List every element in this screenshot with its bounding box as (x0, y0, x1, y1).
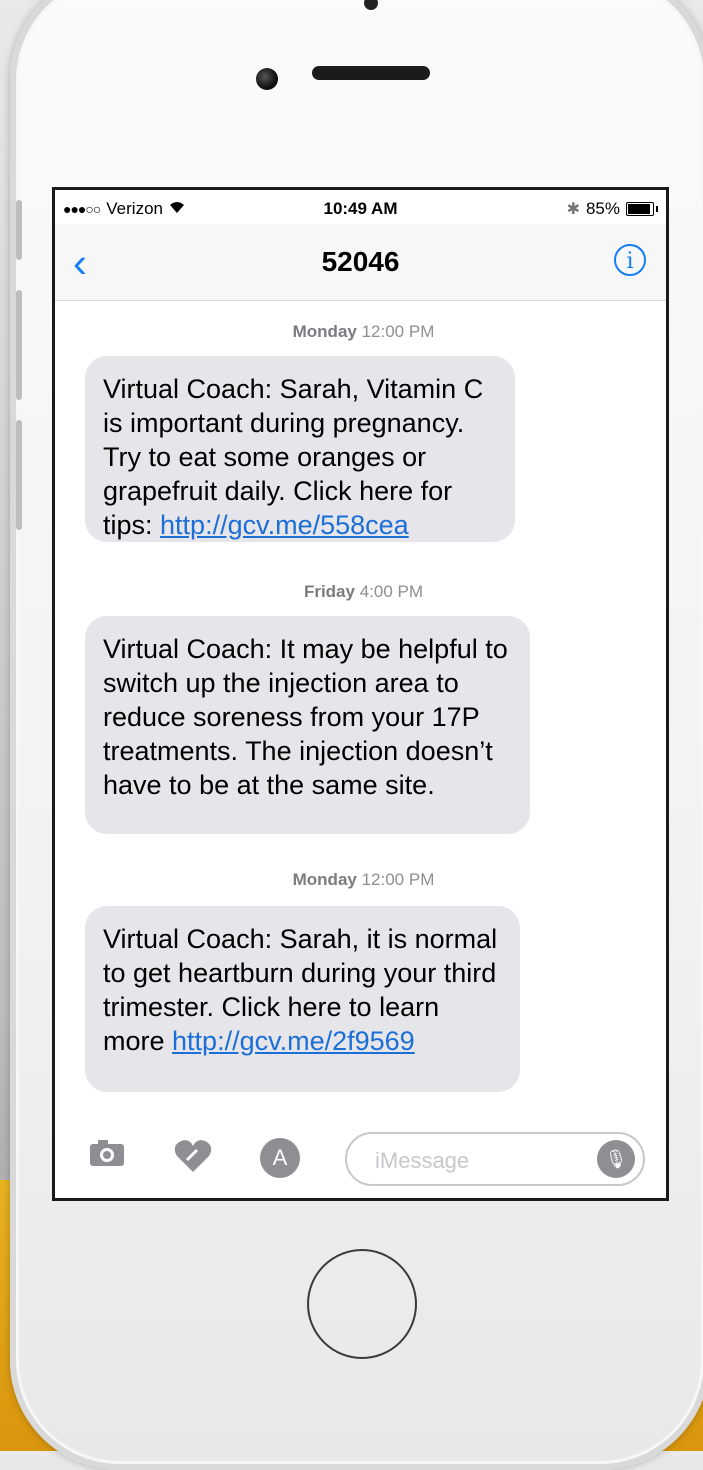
timestamp-day: Friday (303, 582, 355, 601)
message-text: Virtual Coach: It may be helpful to swit… (103, 634, 508, 800)
timestamp-time: 4:00 PM (359, 582, 424, 601)
volume-down-button (16, 420, 22, 530)
conversation-title: 52046 (321, 246, 400, 277)
message-timestamp: Monday 12:00 PM (55, 322, 666, 342)
timestamp-time: 12:00 PM (361, 870, 435, 889)
battery-icon (626, 202, 654, 216)
camera-icon[interactable] (89, 1138, 125, 1175)
appstore-icon[interactable]: A (260, 1138, 300, 1178)
heart-icon[interactable] (173, 1138, 213, 1181)
message-link[interactable]: http://gcv.me/2f9569 (172, 1026, 415, 1056)
message-input-bar: A iMessage 🎙 (55, 1120, 666, 1198)
message-timestamp: Friday 4:00 PM (55, 582, 666, 602)
mute-switch (16, 200, 22, 260)
imessage-placeholder: iMessage (375, 1148, 470, 1173)
phone-screen: ●●●○○ Verizon 10:49 AM ✱ 85% ‹ 52046 i M… (52, 187, 669, 1201)
info-button[interactable]: i (614, 244, 646, 276)
timestamp-day: Monday (292, 322, 357, 341)
battery-percent: 85% (585, 199, 620, 218)
proximity-sensor (364, 0, 378, 10)
front-camera (256, 68, 278, 90)
status-bar: ●●●○○ Verizon 10:49 AM ✱ 85% (55, 190, 666, 224)
message-bubble: Virtual Coach: Sarah, it is normal to ge… (85, 906, 520, 1092)
home-button[interactable] (307, 1249, 417, 1359)
volume-up-button (16, 290, 22, 400)
message-bubble: Virtual Coach: It may be helpful to swit… (85, 616, 530, 834)
timestamp-day: Monday (292, 870, 357, 889)
message-link[interactable]: http://gcv.me/558cea (160, 510, 409, 540)
status-right: ✱ 85% (567, 199, 658, 219)
navigation-bar: ‹ 52046 i (55, 224, 666, 301)
microphone-icon[interactable]: 🎙 (597, 1140, 635, 1178)
imessage-input[interactable]: iMessage 🎙 (345, 1132, 645, 1186)
battery-tip (656, 206, 658, 212)
earpiece-speaker (312, 66, 430, 80)
bluetooth-icon: ✱ (566, 201, 580, 218)
message-timestamp: Monday 12:00 PM (55, 870, 666, 890)
timestamp-time: 12:00 PM (361, 322, 435, 341)
message-bubble: Virtual Coach: Sarah, Vitamin C is impor… (85, 356, 515, 542)
